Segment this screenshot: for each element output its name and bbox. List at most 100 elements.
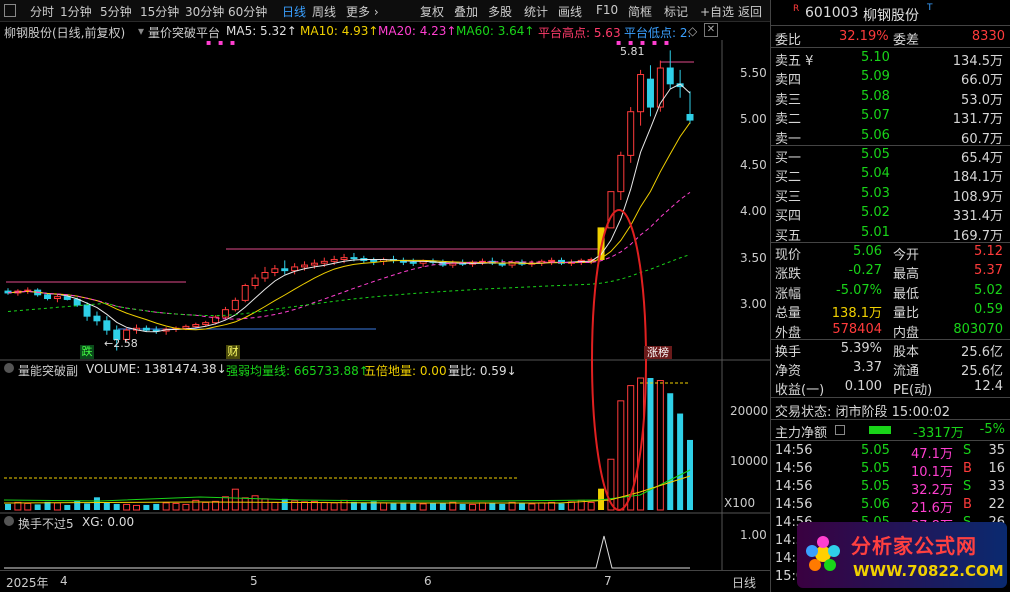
candle-body[interactable] (192, 324, 200, 327)
candle-body[interactable] (53, 296, 61, 300)
stat-row[interactable]: 收益(一) 0.100 PE(动) 12.4 (771, 378, 1007, 398)
volume-bar[interactable] (251, 495, 259, 511)
sell-level[interactable]: 卖一 5.06 60.7万 (771, 127, 1007, 147)
volume-bar[interactable] (430, 502, 437, 510)
tick-row[interactable]: 14:56 5.05 32.2万 S 33 (771, 478, 1007, 498)
volume-bar[interactable] (212, 500, 220, 511)
candle-body[interactable] (44, 294, 52, 300)
volume-bar[interactable] (202, 501, 210, 511)
candle-body[interactable] (251, 277, 259, 287)
volume-bar[interactable] (330, 502, 338, 511)
volume-bar[interactable] (528, 503, 536, 511)
candle-body[interactable] (63, 296, 71, 300)
candle-body[interactable] (261, 271, 269, 279)
stat-row[interactable]: 总量 138.1万 量比 0.59 (771, 301, 1007, 321)
sell-level[interactable]: 卖四 5.09 66.0万 (771, 68, 1007, 88)
settings-icon[interactable] (4, 516, 14, 526)
stat-row[interactable]: 涨跌 -0.27 最高 5.37 (771, 262, 1007, 282)
volume-bar[interactable] (508, 501, 516, 511)
volume-bar[interactable] (301, 501, 309, 511)
candle-body[interactable] (548, 259, 556, 262)
volume-bar[interactable] (687, 439, 693, 510)
candle-body[interactable] (370, 259, 378, 262)
volume-bar[interactable] (153, 503, 160, 510)
volume-bar[interactable] (113, 503, 120, 510)
volume-bar[interactable] (261, 498, 269, 511)
volume-bar[interactable] (459, 503, 466, 510)
sell-level[interactable]: 卖五 ¥ 5.10 134.5万 (771, 49, 1007, 69)
stat-row[interactable]: 外盘 578404 内盘 803070 (771, 321, 1007, 341)
volume-bar[interactable] (271, 501, 279, 511)
volume-bar[interactable] (499, 503, 506, 510)
volume-bar[interactable] (340, 499, 348, 511)
volume-bar[interactable] (93, 497, 100, 510)
candle-body[interactable] (320, 260, 328, 264)
buy-level[interactable]: 买二 5.04 184.1万 (771, 165, 1007, 185)
volume-bar[interactable] (656, 380, 664, 511)
candle-body[interactable] (627, 111, 635, 156)
buy-level[interactable]: 买三 5.03 108.9万 (771, 185, 1007, 205)
tick-row[interactable]: 14:56 5.06 21.6万 B 22 (771, 496, 1007, 516)
candle-body[interactable] (617, 154, 625, 193)
volume-bar[interactable] (84, 503, 91, 510)
candle-body[interactable] (350, 257, 358, 260)
stat-row[interactable]: 净资 3.37 流通 25.6亿 (771, 359, 1007, 379)
volume-bar[interactable] (281, 498, 288, 510)
candle-body[interactable] (330, 258, 338, 262)
candle-body[interactable] (142, 327, 150, 331)
settings-icon[interactable] (4, 363, 14, 373)
volume-bar[interactable] (231, 488, 239, 511)
candle-body[interactable] (231, 299, 239, 311)
tick-row[interactable]: 14:56 5.05 47.1万 S 35 (771, 442, 1007, 462)
vol-indicator-name[interactable]: 量能突破副 (18, 362, 78, 379)
candle-body[interactable] (281, 268, 289, 272)
volume-bar[interactable] (469, 503, 477, 511)
volume-bar[interactable] (558, 503, 565, 510)
buy-level[interactable]: 买一 5.05 65.4万 (771, 146, 1007, 166)
volume-bar[interactable] (677, 413, 684, 510)
volume-bar[interactable] (489, 503, 496, 510)
volume-bar[interactable] (162, 502, 170, 511)
candle-body[interactable] (103, 320, 111, 331)
list-icon[interactable] (835, 425, 845, 435)
die-marker[interactable]: 跌 (80, 345, 94, 359)
candle-body[interactable] (637, 74, 645, 113)
volume-bar[interactable] (123, 503, 131, 511)
volume-bar[interactable] (241, 497, 249, 511)
volume-bar[interactable] (380, 502, 388, 511)
volume-bar[interactable] (34, 504, 41, 510)
candle-body[interactable] (646, 78, 654, 108)
candle-body[interactable] (666, 67, 674, 85)
volume-bar[interactable] (538, 502, 546, 511)
sub-indicator-name[interactable]: 换手不过5 (18, 515, 74, 532)
candle-body[interactable] (202, 322, 210, 326)
candle-body[interactable] (310, 262, 318, 266)
candle-body[interactable] (271, 268, 279, 273)
sell-level[interactable]: 卖二 5.07 131.7万 (771, 107, 1007, 127)
candle-body[interactable] (182, 325, 190, 329)
candle-body[interactable] (686, 113, 694, 121)
volume-bar[interactable] (172, 502, 180, 511)
volume-bar[interactable] (548, 501, 556, 511)
volume-bar[interactable] (667, 393, 674, 510)
candle-body[interactable] (409, 261, 417, 264)
period-label[interactable]: 日线 (732, 574, 756, 591)
volume-bar[interactable] (64, 504, 71, 510)
volume-bar[interactable] (24, 502, 32, 511)
chart-canvas[interactable]: 5.81 ←2.58 (0, 0, 770, 592)
volume-bar[interactable] (587, 501, 595, 511)
candle-body[interactable] (221, 309, 229, 318)
buy-level[interactable]: 买四 5.02 331.4万 (771, 204, 1007, 224)
volume-bar[interactable] (221, 496, 229, 511)
candle-body[interactable] (241, 285, 249, 301)
zhangbang-marker[interactable]: 涨榜 (644, 346, 672, 359)
volume-bar[interactable] (53, 502, 61, 511)
volume-bar[interactable] (410, 503, 417, 510)
volume-bar[interactable] (360, 502, 367, 510)
candle-body[interactable] (83, 304, 91, 317)
candle-body[interactable] (656, 67, 664, 108)
volume-bar[interactable] (390, 503, 397, 510)
stat-row[interactable]: 涨幅 -5.07% 最低 5.02 (771, 282, 1007, 302)
volume-bar[interactable] (14, 501, 22, 511)
volume-bar[interactable] (132, 504, 140, 511)
